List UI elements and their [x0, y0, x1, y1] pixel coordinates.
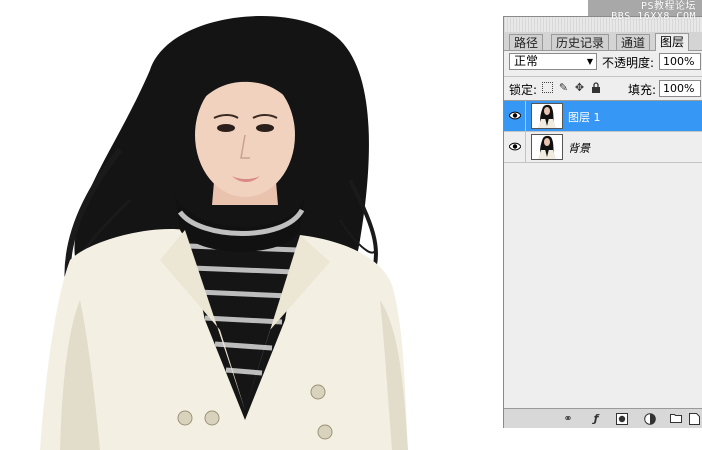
fill-field[interactable]: 100%	[659, 80, 701, 97]
dropdown-arrow-icon: ▼	[586, 57, 593, 66]
lock-label: 锁定:	[509, 83, 538, 97]
palette-footer: ⚭ ƒ	[504, 408, 702, 430]
opacity-label: 不透明度:	[602, 56, 655, 70]
link-layers-icon[interactable]: ⚭	[562, 413, 574, 425]
lock-paint-icon[interactable]: ✎	[558, 82, 569, 93]
layer-name[interactable]: 背景	[568, 140, 590, 156]
lock-fill-row: 锁定: ✎ ✥ 填充: 100%	[504, 76, 702, 99]
portrait-photo	[40, 15, 408, 450]
visibility-toggle[interactable]	[504, 132, 526, 162]
lock-move-icon[interactable]: ✥	[574, 82, 585, 93]
layer-row-background[interactable]: 背景	[504, 132, 702, 163]
new-group-icon[interactable]	[670, 413, 682, 425]
new-layer-icon[interactable]	[688, 413, 700, 425]
adjustment-layer-icon[interactable]	[644, 413, 656, 425]
eye-icon	[509, 142, 521, 151]
eye-icon	[509, 111, 521, 120]
layer-thumbnail	[531, 103, 563, 129]
blend-mode-select[interactable]: 正常 ▼	[509, 53, 597, 70]
layer-name[interactable]: 图层 1	[568, 109, 601, 125]
layers-palette: 路径 历史记录 通道 图层 正常 ▼ 不透明度: 100% 锁定: ✎ ✥ 填充…	[503, 16, 702, 430]
blend-opacity-row: 正常 ▼ 不透明度: 100%	[504, 51, 702, 73]
lock-all-icon[interactable]	[590, 82, 601, 93]
fill-label: 填充:	[628, 83, 657, 97]
tab-history[interactable]: 历史记录	[551, 34, 610, 50]
bottom-margin	[503, 428, 702, 450]
tab-channels[interactable]: 通道	[616, 34, 651, 50]
palette-tab-row: 路径 历史记录 通道 图层	[504, 32, 702, 51]
document-canvas[interactable]	[0, 0, 503, 450]
blend-mode-value: 正常	[514, 54, 539, 68]
lock-transparent-icon[interactable]	[542, 82, 553, 93]
layer-row-layer-1[interactable]: 图层 1	[504, 101, 702, 132]
layer-thumbnail	[531, 134, 563, 160]
opacity-field[interactable]: 100%	[659, 53, 701, 70]
watermark-line-2: BBS.16XX8.COM	[611, 11, 696, 22]
tab-paths[interactable]: 路径	[509, 34, 544, 50]
tab-layers[interactable]: 图层	[655, 33, 690, 51]
layer-style-icon[interactable]: ƒ	[590, 413, 602, 425]
layer-mask-icon[interactable]	[616, 413, 628, 425]
visibility-toggle[interactable]	[504, 101, 526, 131]
forum-watermark: PS教程论坛 BBS.16XX8.COM	[611, 2, 696, 22]
layer-list: 图层 1 背景	[504, 100, 702, 409]
